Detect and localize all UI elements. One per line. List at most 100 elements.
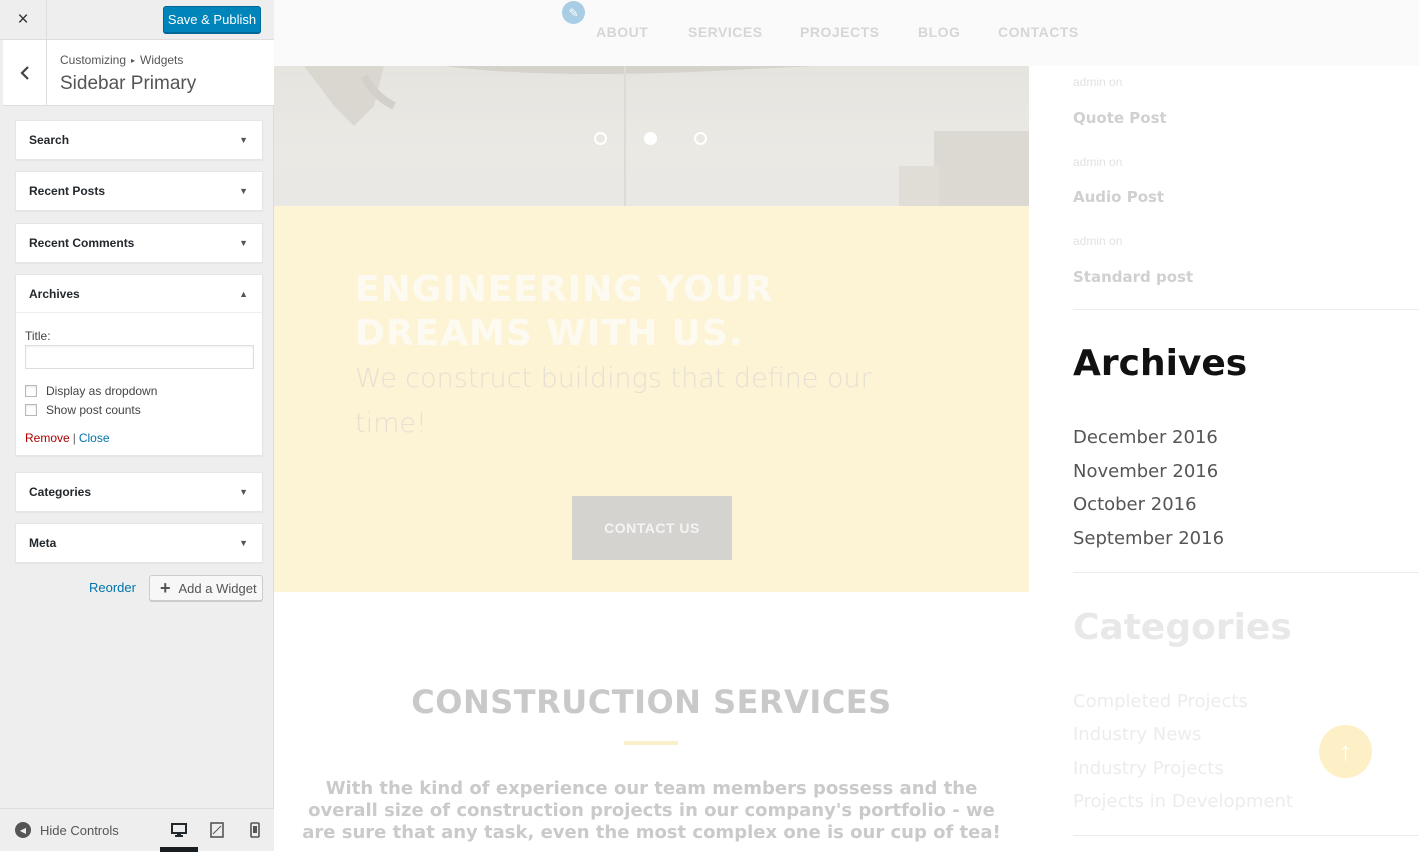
widget-title: Search	[29, 133, 70, 147]
site-preview: ✎ ABOUT SERVICES PROJECTS BLOG CONTACTS …	[274, 0, 1419, 851]
widget-header[interactable]: Search ▼	[16, 121, 262, 159]
reorder-link[interactable]: Reorder	[89, 580, 136, 595]
back-button[interactable]	[3, 40, 47, 105]
close-icon[interactable]: ×	[0, 0, 47, 40]
breadcrumb: Customizing ▸ Widgets	[60, 53, 183, 67]
archive-link[interactable]: November 2016	[1073, 461, 1218, 482]
breadcrumb-item: Customizing	[60, 53, 127, 67]
active-device-indicator	[160, 847, 198, 852]
services-heading: CONSTRUCTION SERVICES	[411, 683, 892, 721]
widget-divider	[1073, 835, 1419, 836]
dropdown-option: Display as dropdown	[25, 383, 253, 398]
nav-item-blog[interactable]: BLOG	[918, 24, 960, 40]
post-counts-label: Show post counts	[46, 402, 141, 417]
dropdown-label: Display as dropdown	[46, 383, 158, 398]
post-link[interactable]: Audio Post	[1073, 188, 1164, 206]
widget-title: Categories	[29, 485, 92, 499]
nav-item-projects[interactable]: PROJECTS	[800, 24, 879, 40]
title-label: Title:	[25, 329, 51, 343]
slider-dot-active[interactable]	[644, 132, 657, 145]
dropdown-checkbox[interactable]	[25, 384, 37, 397]
breadcrumb-separator: ▸	[131, 56, 136, 65]
widget-meta[interactable]: Meta ▼	[15, 523, 263, 563]
caret-down-icon[interactable]: ▼	[239, 238, 248, 248]
widget-divider	[1073, 309, 1419, 310]
panel-title: Sidebar Primary	[60, 73, 197, 94]
widget-search[interactable]: Search ▼	[15, 120, 263, 160]
categories-heading: Categories	[1073, 607, 1292, 648]
archive-link[interactable]: September 2016	[1073, 528, 1224, 549]
collapse-left-icon: ◀	[15, 822, 31, 838]
desktop-icon[interactable]	[171, 822, 187, 838]
save-publish-button[interactable]: Save & Publish	[163, 6, 261, 33]
widget-recent-comments[interactable]: Recent Comments ▼	[15, 223, 263, 263]
category-link[interactable]: Industry News	[1073, 724, 1201, 745]
category-link[interactable]: Projects in Development	[1073, 791, 1293, 812]
remove-link[interactable]: Remove	[25, 431, 70, 445]
title-input[interactable]	[25, 345, 254, 369]
widget-divider	[1073, 572, 1419, 573]
heading-underline	[624, 741, 678, 745]
slider-dot[interactable]	[594, 132, 607, 145]
archive-link[interactable]: December 2016	[1073, 427, 1218, 448]
hero-slider-image	[274, 66, 1029, 206]
hero-subtitle: We construct buildings that define our t…	[355, 363, 872, 439]
caret-down-icon[interactable]: ▼	[239, 186, 248, 196]
widget-archives[interactable]: Archives ▲ Title: Display as dropdown Sh…	[15, 274, 263, 456]
hero-title: ENGINEERING YOUR DREAMS WITH US.	[355, 269, 774, 354]
category-link[interactable]: Completed Projects	[1073, 691, 1248, 712]
category-link[interactable]: Industry Projects	[1073, 758, 1224, 779]
post-link[interactable]: Standard post	[1073, 268, 1193, 286]
hero-banner: ENGINEERING YOUR DREAMS WITH US. We cons…	[274, 206, 1029, 592]
post-meta: admin on	[1073, 75, 1123, 89]
customizer-panel: × Save & Publish Customizing ▸ Widgets Sid…	[0, 0, 274, 852]
widget-categories[interactable]: Categories ▼	[15, 472, 263, 512]
widget-title: Recent Posts	[29, 184, 106, 198]
nav-item-about[interactable]: ABOUT	[596, 24, 648, 40]
nav-item-contacts[interactable]: CONTACTS	[998, 24, 1079, 40]
widget-recent-posts[interactable]: Recent Posts ▼	[15, 171, 263, 211]
nav-item-services[interactable]: SERVICES	[688, 24, 763, 40]
mobile-icon[interactable]	[247, 822, 263, 838]
section-title: Customizing ▸ Widgets Sidebar Primary	[3, 40, 274, 106]
scroll-to-top-arrow-icon[interactable]: ↑	[1319, 725, 1372, 778]
caret-up-icon[interactable]: ▲	[239, 289, 248, 299]
slider-dot[interactable]	[694, 132, 707, 145]
site-nav: ✎ ABOUT SERVICES PROJECTS BLOG CONTACTS	[274, 0, 1419, 66]
customizer-header: × Save & Publish	[0, 0, 274, 40]
widget-header[interactable]: Archives ▲	[16, 275, 262, 313]
widget-form: Title: Display as dropdown Show post cou…	[16, 313, 262, 455]
hide-controls-button[interactable]: ◀ Hide Controls	[15, 822, 119, 838]
caret-down-icon[interactable]: ▼	[239, 487, 248, 497]
widget-header[interactable]: Recent Posts ▼	[16, 172, 262, 210]
widget-title: Recent Comments	[29, 236, 135, 250]
archive-link[interactable]: October 2016	[1073, 494, 1197, 515]
action-separator: |	[72, 431, 76, 445]
chevron-left-icon	[19, 65, 29, 80]
add-widget-label: Add a Widget	[178, 580, 257, 596]
slider-dots	[594, 132, 707, 145]
plus-icon: +	[160, 578, 171, 598]
tablet-icon[interactable]	[209, 822, 225, 838]
edit-shortcut-pencil-icon[interactable]: ✎	[562, 1, 585, 24]
archives-heading: Archives	[1073, 343, 1248, 384]
counts-option: Show post counts	[25, 402, 253, 417]
widget-header[interactable]: Recent Comments ▼	[16, 224, 262, 262]
close-link[interactable]: Close	[79, 431, 110, 445]
customizer-footer: ◀ Hide Controls	[0, 808, 274, 852]
widget-actions: Remove | Close	[25, 431, 253, 445]
hide-controls-label: Hide Controls	[40, 822, 119, 838]
caret-down-icon[interactable]: ▼	[239, 135, 248, 145]
caret-down-icon[interactable]: ▼	[239, 538, 248, 548]
post-meta: admin on	[1073, 155, 1123, 169]
widget-header[interactable]: Meta ▼	[16, 524, 262, 562]
post-counts-checkbox[interactable]	[25, 403, 37, 416]
post-link[interactable]: Quote Post	[1073, 109, 1167, 127]
contact-us-button[interactable]: CONTACT US	[572, 496, 732, 560]
post-meta: admin on	[1073, 234, 1123, 248]
add-widget-button[interactable]: + Add a Widget	[149, 575, 263, 601]
widget-header[interactable]: Categories ▼	[16, 473, 262, 511]
widget-title: Meta	[29, 536, 57, 550]
services-description: With the kind of experience our team mem…	[302, 778, 1001, 843]
breadcrumb-item: Widgets	[140, 53, 184, 67]
